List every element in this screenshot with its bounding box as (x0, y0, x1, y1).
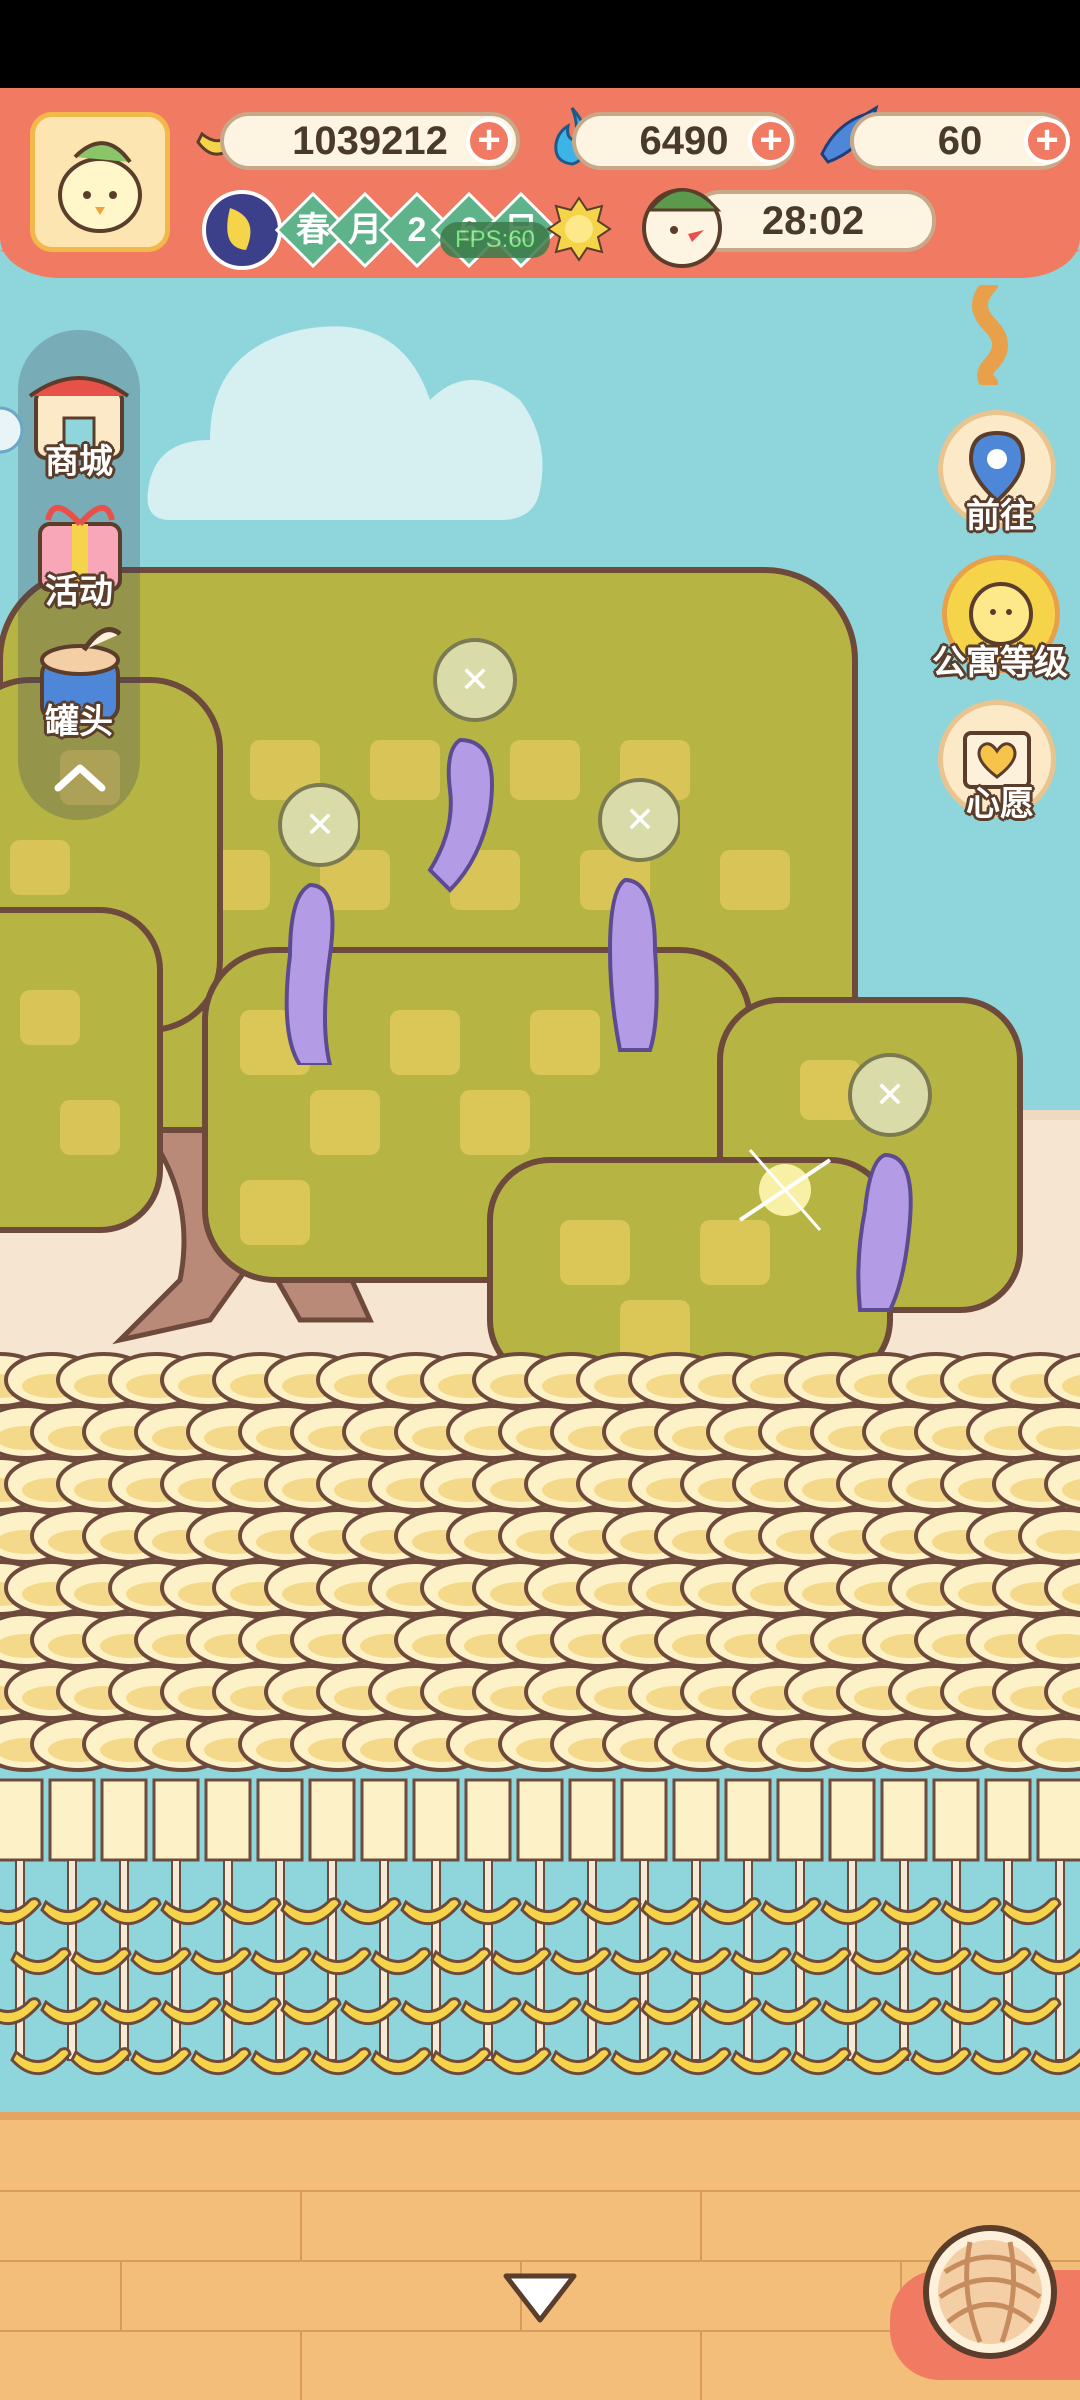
dish-stand (516, 1778, 564, 1862)
apartment-level-label: 公寓等级 (932, 644, 1068, 682)
banana (850, 2047, 912, 2076)
svg-text:✕: ✕ (305, 804, 335, 845)
banana (130, 2047, 192, 2076)
banana (490, 2047, 552, 2076)
banana (730, 2047, 792, 2076)
banana (130, 1947, 192, 1976)
hanging-flower-2: ✕ (427, 638, 517, 893)
dish-stand (672, 1778, 720, 1862)
collapse-menu-icon[interactable] (52, 760, 108, 796)
hanging-flower-3: ✕ (598, 778, 680, 1052)
chick-icon (58, 141, 142, 233)
dish-stand (620, 1778, 668, 1862)
banana (880, 1997, 942, 2026)
banana (310, 2047, 372, 2076)
banana (550, 2047, 612, 2076)
svg-text:✕: ✕ (875, 1074, 905, 1115)
cans-label: 罐头 (45, 703, 113, 741)
banana-dish-pile[interactable] (0, 1350, 1080, 2130)
hanging-flower-4: ✕ (848, 1053, 932, 1312)
banana (520, 1897, 582, 1926)
banana (550, 1947, 612, 1976)
add-bananas-button[interactable]: + (466, 118, 512, 164)
yarn-ball-button[interactable] (920, 2222, 1060, 2362)
banana (760, 1897, 822, 1926)
banana (910, 2047, 972, 2076)
dish-stand (776, 1778, 824, 1862)
status-bar (0, 0, 1080, 88)
banana (190, 2047, 252, 2076)
wish-button[interactable]: 心愿 (930, 700, 1070, 830)
dish-stand (100, 1778, 148, 1862)
dish-stand (932, 1778, 980, 1862)
dish-stand (152, 1778, 200, 1862)
banana (160, 1897, 222, 1926)
shop-button[interactable]: 商城 (18, 360, 140, 481)
dish-stand (412, 1778, 460, 1862)
banana (880, 1897, 942, 1926)
sunny-weather-icon (546, 196, 612, 262)
apartment-level-button[interactable]: 公寓等级 (920, 555, 1080, 685)
events-button[interactable]: 活动 (18, 490, 140, 611)
cans-button[interactable]: 罐头 (18, 620, 140, 741)
player-avatar[interactable] (30, 112, 170, 252)
rope-icon (972, 285, 1008, 385)
banana (340, 1997, 402, 2026)
dish-stand (308, 1778, 356, 1862)
dish-stand (828, 1778, 876, 1862)
day-night-clock-icon[interactable] (200, 188, 284, 272)
dish-stand (0, 1778, 44, 1862)
fps-counter: FPS:60 (440, 222, 550, 258)
banana (160, 1997, 222, 2026)
banana (730, 1947, 792, 1976)
svg-text:✕: ✕ (460, 659, 490, 700)
sparkle-effect (738, 1149, 832, 1231)
svg-text:✕: ✕ (625, 799, 655, 840)
hanging-flower-1: ✕ (278, 783, 360, 1065)
dish-stand (360, 1778, 408, 1862)
dish-stand (724, 1778, 772, 1862)
banana (760, 1997, 822, 2026)
dish-stand (464, 1778, 512, 1862)
banana (910, 1947, 972, 1976)
banana (340, 1897, 402, 1926)
goto-label: 前往 (966, 497, 1034, 535)
dish-stand (880, 1778, 928, 1862)
scroll-down-icon[interactable] (500, 2270, 580, 2330)
goto-button[interactable]: 前往 (930, 410, 1070, 540)
banana (970, 2047, 1032, 2076)
dish-stand (568, 1778, 616, 1862)
dish-stand (984, 1778, 1032, 1862)
banana (100, 1897, 162, 1926)
dish-stand (48, 1778, 96, 1862)
banana (70, 2047, 132, 2076)
banana (190, 1947, 252, 1976)
duck-hat-icon[interactable] (632, 170, 732, 270)
banana (940, 1897, 1002, 1926)
events-label: 活动 (45, 573, 113, 611)
banana (970, 1947, 1032, 1976)
banana (310, 1947, 372, 1976)
dish-stand (1036, 1778, 1080, 1862)
dish-stand (256, 1778, 304, 1862)
banana (100, 1997, 162, 2026)
wish-label: 心愿 (966, 785, 1034, 823)
add-flames-button[interactable]: + (748, 118, 794, 164)
dish-stand (204, 1778, 252, 1862)
banana (520, 1997, 582, 2026)
shop-label: 商城 (45, 443, 113, 481)
banana (940, 1997, 1002, 2026)
add-fish-button[interactable]: + (1024, 118, 1070, 164)
